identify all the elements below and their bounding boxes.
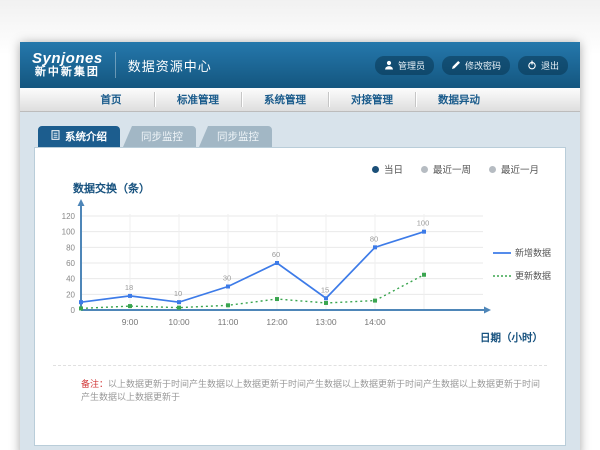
legend-label: 新增数据	[515, 246, 551, 259]
brand-logo: Synjones 新中新集团	[32, 51, 103, 78]
radio-unselected-icon	[421, 166, 428, 173]
chart-legend: 新增数据 更新数据	[493, 246, 553, 282]
tab-system-intro[interactable]: 系统介绍	[38, 126, 120, 147]
y-axis-title: 数据交换（条）	[73, 180, 553, 196]
svg-text:60: 60	[272, 250, 280, 259]
svg-text:40: 40	[66, 275, 75, 284]
svg-text:120: 120	[62, 212, 76, 221]
tab-label: 同步监控	[141, 129, 183, 144]
chart-row: 0 20 40 60 80 100 120 9:00 10:00 11:00 12:00 13:00 1…	[47, 198, 553, 344]
document-icon	[51, 130, 60, 143]
header-actions: 管理员 修改密码 退出	[375, 56, 568, 75]
svg-text:20: 20	[66, 290, 75, 299]
logout-label: 退出	[541, 59, 559, 72]
data-point	[275, 261, 279, 265]
tab-sync-monitor-1[interactable]: 同步监控	[123, 126, 196, 147]
legend-label: 更新数据	[515, 269, 551, 282]
radio-unselected-icon	[489, 166, 496, 173]
gridlines	[81, 214, 483, 310]
legend-line-solid	[493, 250, 511, 256]
data-point	[79, 306, 83, 310]
svg-text:10:00: 10:00	[168, 317, 190, 327]
svg-text:18: 18	[125, 283, 133, 292]
svg-text:12:00: 12:00	[266, 317, 288, 327]
nav-item-standard-mgmt[interactable]: 标准管理	[155, 88, 241, 111]
legend-item-update-data[interactable]: 更新数据	[493, 269, 553, 282]
power-icon	[527, 60, 537, 70]
nav-item-system-mgmt[interactable]: 系统管理	[242, 88, 328, 111]
user-icon	[384, 60, 394, 70]
admin-user-label: 管理员	[398, 59, 425, 72]
main-nav: 首页 标准管理 系统管理 对接管理 数据异动	[20, 88, 580, 112]
radio-label: 当日	[384, 162, 403, 176]
svg-text:100: 100	[417, 219, 430, 228]
data-point	[422, 273, 426, 277]
radio-selected-icon	[372, 166, 379, 173]
content-area: 系统介绍 同步监控 同步监控 当日 最近一周	[20, 112, 580, 450]
x-axis-ticks: 9:00 10:00 11:00 12:00 13:00 14:00	[122, 317, 386, 327]
data-point	[275, 297, 279, 301]
legend-line-dotted	[493, 273, 511, 279]
radio-today[interactable]: 当日	[372, 162, 403, 176]
data-point	[177, 300, 181, 304]
footer-note: 备注：以上数据更新于时间产生数据以上数据更新于时间产生数据以上数据更新于时间产生…	[53, 365, 547, 403]
svg-text:9:00: 9:00	[122, 317, 139, 327]
data-point	[177, 306, 181, 310]
header: Synjones 新中新集团 数据资源中心 管理员 修改密码 退出	[20, 42, 580, 88]
svg-text:11:00: 11:00	[218, 317, 239, 327]
data-point	[128, 304, 132, 308]
tab-sync-monitor-2[interactable]: 同步监控	[199, 126, 272, 147]
logo-english: Synjones	[32, 51, 103, 67]
nav-item-home[interactable]: 首页	[68, 88, 154, 111]
svg-text:80: 80	[66, 243, 75, 252]
data-point	[324, 301, 328, 305]
tab-label: 系统介绍	[65, 129, 107, 144]
svg-text:100: 100	[62, 228, 76, 237]
radio-label: 最近一周	[433, 162, 471, 176]
svg-text:80: 80	[370, 234, 378, 243]
nav-item-interface-mgmt[interactable]: 对接管理	[329, 88, 415, 111]
chart-panel: 当日 最近一周 最近一月 数据交换（条） 0 20 40 60 80 100 120 9:00…	[34, 147, 566, 446]
svg-text:60: 60	[66, 259, 75, 268]
admin-user-button[interactable]: 管理员	[375, 56, 434, 75]
svg-text:30: 30	[223, 274, 231, 283]
nav-item-data-change[interactable]: 数据异动	[416, 88, 502, 111]
data-point	[226, 303, 230, 307]
logo-chinese: 新中新集团	[32, 67, 103, 79]
data-point	[373, 245, 377, 249]
data-point	[422, 230, 426, 234]
svg-text:13:00: 13:00	[315, 317, 337, 327]
radio-label: 最近一月	[501, 162, 539, 176]
pencil-icon	[451, 60, 461, 70]
radio-last-month[interactable]: 最近一月	[489, 162, 539, 176]
note-text: 以上数据更新于时间产生数据以上数据更新于时间产生数据以上数据更新于时间产生数据以…	[81, 379, 540, 402]
screen: Synjones 新中新集团 数据资源中心 管理员 修改密码 退出	[0, 0, 600, 450]
change-password-button[interactable]: 修改密码	[442, 56, 510, 75]
data-point	[226, 285, 230, 289]
data-point	[79, 300, 83, 304]
note-prefix: 备注：	[81, 379, 108, 389]
change-password-label: 修改密码	[465, 59, 501, 72]
svg-text:15: 15	[321, 285, 329, 294]
header-divider	[115, 52, 116, 78]
data-point	[324, 296, 328, 300]
radio-last-week[interactable]: 最近一周	[421, 162, 471, 176]
logout-button[interactable]: 退出	[518, 56, 568, 75]
time-range-filter: 当日 最近一周 最近一月	[47, 158, 553, 176]
line-chart: 0 20 40 60 80 100 120 9:00 10:00 11:00 12:00 13:00 1…	[47, 198, 493, 344]
tab-bar: 系统介绍 同步监控 同步监控	[38, 126, 566, 147]
page-title: 数据资源中心	[128, 56, 212, 75]
data-point	[373, 299, 377, 303]
svg-text:0: 0	[71, 306, 76, 315]
y-axis-ticks: 0 20 40 60 80 100 120	[62, 212, 76, 315]
svg-text:10: 10	[174, 289, 182, 298]
app-window: Synjones 新中新集团 数据资源中心 管理员 修改密码 退出	[20, 42, 580, 450]
svg-text:14:00: 14:00	[364, 317, 386, 327]
data-point	[128, 294, 132, 298]
legend-item-new-data[interactable]: 新增数据	[493, 246, 553, 259]
tab-label: 同步监控	[217, 129, 259, 144]
